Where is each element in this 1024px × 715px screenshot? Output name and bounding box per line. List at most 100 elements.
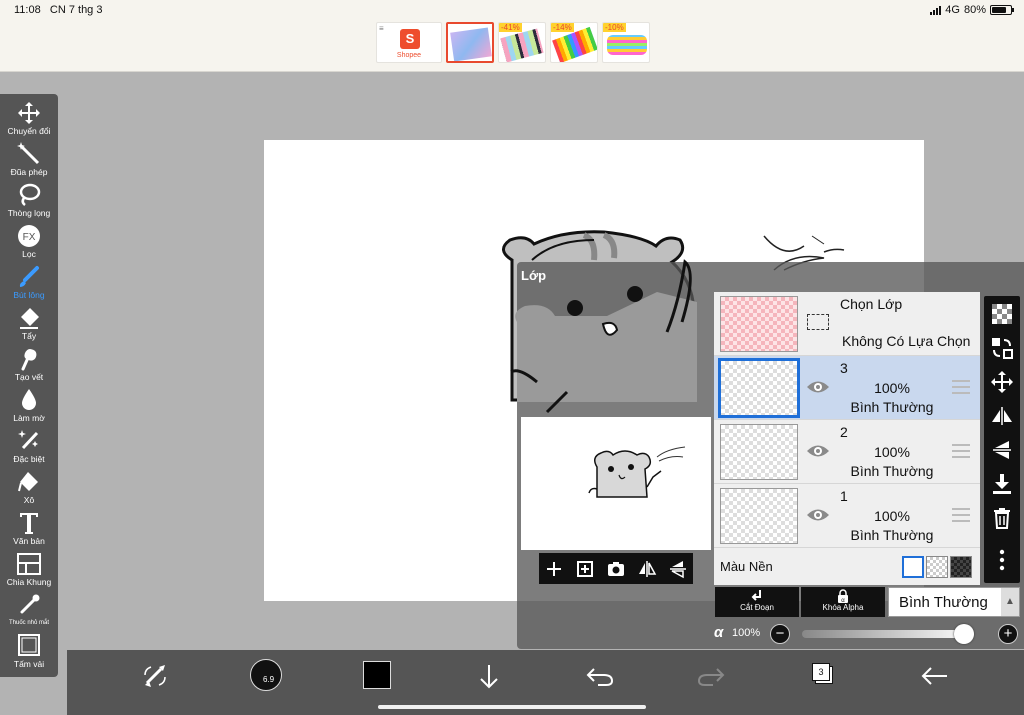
brush-size-value: 6.9 (263, 675, 275, 684)
drag-handle-icon[interactable] (952, 444, 970, 458)
brush-color-swatch[interactable] (363, 661, 391, 689)
svg-text:FX: FX (23, 232, 36, 243)
selection-layer-subtitle: Không Có Lựa Chọn (842, 333, 971, 349)
preview-toolbar (539, 553, 693, 584)
layer-list: Chọn Lớp Không Có Lựa Chọn 3 100% Bình T… (714, 292, 980, 585)
layer-thumbnail (720, 424, 798, 480)
bg-white-swatch[interactable] (902, 556, 924, 578)
layer-row-3[interactable]: 3 100% Bình Thường (714, 356, 980, 420)
alpha-lock-label: Khóa Alpha (822, 603, 864, 612)
tool-label: Văn bản (13, 536, 45, 546)
tool-filter[interactable]: FX Lọc (0, 221, 58, 261)
bucket-icon (0, 469, 58, 495)
ad-product-2[interactable]: -41% (498, 22, 546, 63)
tool-special[interactable]: Đặc biệt (0, 426, 58, 466)
alpha-lock-button[interactable]: α Khóa Alpha (801, 587, 885, 617)
status-bar: 11:08 CN 7 thg 3 4G 80% ≡ S Shopee -41% … (0, 0, 1024, 72)
bg-dark-swatch[interactable] (950, 556, 972, 578)
opacity-slider[interactable] (802, 624, 974, 644)
eye-icon[interactable] (806, 442, 830, 460)
flip-horizontal-icon[interactable] (637, 559, 657, 579)
merge-down-icon[interactable] (990, 472, 1014, 496)
tool-blur[interactable]: Làm mờ (0, 385, 58, 425)
home-indicator[interactable] (378, 705, 646, 709)
undo-icon[interactable] (582, 661, 618, 691)
battery-label: 80% (963, 4, 986, 16)
opacity-slider-knob[interactable] (954, 624, 974, 644)
tool-label: Thuốc nhỏ mắt (8, 620, 50, 626)
discount-badge: -10% (603, 23, 626, 32)
tool-label: Xô (23, 495, 35, 505)
tool-eyedropper[interactable]: Thuốc nhỏ mắt (0, 590, 58, 630)
flip-vertical-icon[interactable] (668, 559, 688, 579)
down-arrow-icon[interactable] (471, 661, 507, 691)
background-color-row: Màu Nền (714, 550, 980, 585)
back-arrow-icon[interactable] (917, 661, 953, 691)
selection-layer-row[interactable]: Chọn Lớp Không Có Lựa Chọn (714, 292, 980, 356)
tool-transform[interactable]: Chuyển đổi (0, 98, 58, 138)
flip-layer-horizontal-icon[interactable] (990, 404, 1014, 428)
checkerboard-icon[interactable] (990, 302, 1014, 326)
blend-mode-select[interactable]: Bình Thường ▲ (888, 587, 1020, 617)
select-arrow-icon: ▲ (1001, 588, 1019, 616)
ad-product-4[interactable]: -10% (602, 22, 650, 63)
layer-row-2[interactable]: 2 100% Bình Thường (714, 420, 980, 484)
brush-size-button[interactable]: 6.9 (250, 659, 282, 691)
drag-handle-icon[interactable] (952, 380, 970, 394)
clip-button[interactable]: Cắt Đoạn (715, 587, 799, 617)
tool-lasso[interactable]: Thòng lọng (0, 180, 58, 220)
selection-layer-title: Chọn Lớp (840, 296, 903, 312)
eye-icon[interactable] (806, 378, 830, 396)
bg-transparent-swatch[interactable] (926, 556, 948, 578)
tool-canvas[interactable]: Tấm vải (0, 631, 58, 671)
duplicate-layer-icon[interactable] (575, 559, 595, 579)
layer-blend-mode: Bình Thường (850, 527, 934, 543)
fx-filter-icon: FX (0, 223, 58, 249)
camera-icon[interactable] (606, 559, 626, 579)
tool-bucket[interactable]: Xô (0, 467, 58, 507)
canvas-preview[interactable] (521, 417, 711, 550)
redo-icon[interactable] (693, 661, 729, 691)
discount-badge: -41% (499, 23, 522, 32)
tool-magic-wand[interactable]: Đũa phép (0, 139, 58, 179)
tool-label: Bút lông (13, 290, 45, 300)
tool-text[interactable]: Văn bản (0, 508, 58, 548)
add-layer-icon[interactable] (544, 559, 564, 579)
ad-product-1[interactable] (446, 22, 494, 63)
flip-layer-vertical-icon[interactable] (990, 438, 1014, 462)
merge-layers-icon[interactable] (990, 336, 1014, 360)
status-indicators: 4G 80% (930, 4, 1014, 16)
opacity-increase-button[interactable]: + (998, 624, 1018, 644)
move-layer-icon[interactable] (990, 370, 1014, 394)
layer-opacity: 100% (874, 508, 910, 524)
tool-eraser[interactable]: Tẩy (0, 303, 58, 343)
drag-handle-icon[interactable] (952, 508, 970, 522)
canvas-icon (0, 633, 58, 659)
layer-number: 2 (840, 424, 848, 440)
eyedropper-icon (0, 592, 58, 618)
discount-badge: -14% (551, 23, 574, 32)
layer-thumbnail (718, 358, 800, 418)
ad-product-3[interactable]: -14% (550, 22, 598, 63)
ad-shopee-logo[interactable]: ≡ S Shopee (376, 22, 442, 63)
opacity-decrease-button[interactable]: − (770, 624, 790, 644)
ad-menu-icon[interactable]: ≡ (379, 24, 384, 33)
shopee-logo-text: Shopee (396, 52, 422, 59)
tool-frame-divider[interactable]: Chia Khung (0, 549, 58, 589)
more-options-icon[interactable] (990, 548, 1014, 572)
tool-smudge[interactable]: Tạo vết (0, 344, 58, 384)
trash-icon[interactable] (990, 506, 1014, 530)
quick-menu-icon[interactable] (137, 661, 173, 691)
eye-icon[interactable] (806, 506, 830, 524)
layer-row-1[interactable]: 1 100% Bình Thường (714, 484, 980, 548)
layer-opacity: 100% (874, 380, 910, 396)
ad-banner[interactable]: ≡ S Shopee -41% -14% -10% (376, 22, 650, 63)
layers-button[interactable]: 3 (812, 663, 834, 685)
product-image (607, 35, 647, 55)
tool-label: Lọc (22, 249, 36, 259)
battery-icon (990, 5, 1014, 15)
tool-brush[interactable]: Bút lông (0, 262, 58, 302)
product-image (500, 28, 544, 62)
brush-icon (0, 264, 58, 290)
product-image (450, 27, 492, 61)
